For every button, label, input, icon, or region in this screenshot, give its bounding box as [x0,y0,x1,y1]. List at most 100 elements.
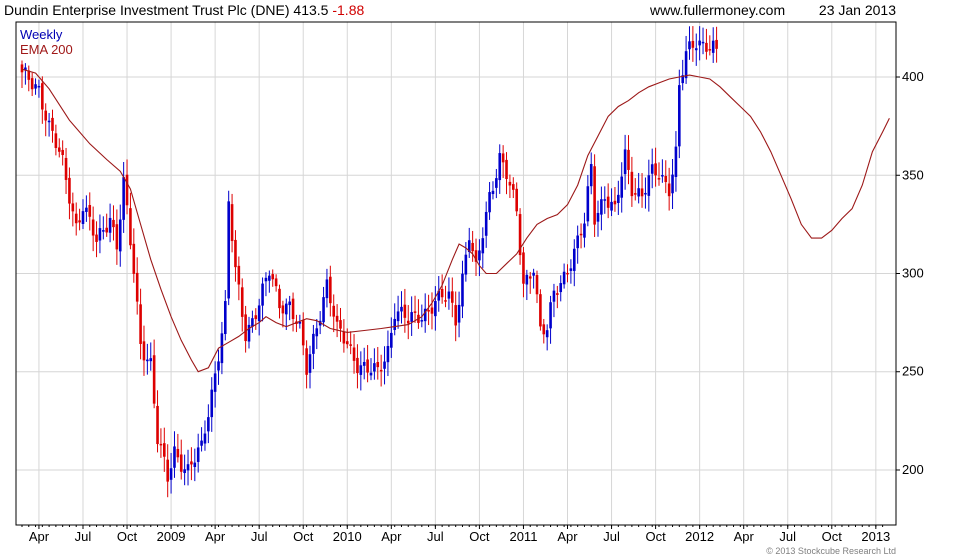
candle-body [406,320,410,324]
candle-body [711,40,715,53]
candle-body [688,41,691,50]
candle-body [284,303,288,315]
candle-body [376,362,380,368]
candle-body [403,304,407,318]
candle-body [379,369,383,372]
candle-body [481,238,485,254]
candle-body [349,344,352,346]
chart-title-main: Dundin Enterprise Investment Trust Plc (… [4,2,332,18]
candle-body [630,171,634,197]
candle-body [200,440,203,446]
candle-body [142,341,146,361]
candle-body [413,311,417,313]
candle-body [240,287,244,317]
candle-body [393,318,397,330]
candle-body [545,330,549,338]
candle-body [661,175,664,177]
candle-body [339,320,342,329]
candle-body [566,272,569,275]
candle-body [132,243,136,274]
x-tick-label: Apr [381,529,402,544]
candle-body [633,193,637,195]
candle-body [515,188,518,212]
candle-body [108,217,112,233]
candle-body [528,276,532,279]
candle-body [552,290,556,302]
candle-body [691,40,695,48]
candle-body [193,462,197,468]
candle-body [227,201,230,299]
candle-body [491,190,495,195]
candle-body [271,274,275,280]
candle-body [610,201,613,211]
candle-body [51,117,54,131]
x-tick-label: Oct [469,529,490,544]
x-tick-label: Jul [603,529,620,544]
candle-body [152,355,156,404]
candle-body [315,328,319,337]
candle-body [281,305,285,314]
candle-body [525,274,529,285]
candle-body [390,332,393,348]
candle-body [671,174,674,194]
candle-body [647,175,651,196]
legend-weekly: Weekly [20,27,63,42]
candle-body [125,174,129,206]
candle-body [471,242,474,252]
candle-body [505,159,508,180]
candle-body [701,41,705,44]
candle-body [169,468,173,480]
candle-body [223,301,227,335]
candle-body [484,211,488,236]
date-label: 23 Jan 2013 [819,2,896,18]
candle-body [163,443,166,457]
candle-body [664,175,668,183]
candle-body [539,294,542,327]
candle-body [549,302,552,329]
candle-body [454,305,457,326]
candle-body [495,178,498,188]
candle-body [461,273,464,307]
candle-body [383,361,386,369]
candle-body [47,120,51,123]
candle-body [210,389,214,418]
x-tick-label: Jul [427,529,444,544]
y-tick-label: 350 [902,167,924,182]
candle-body [434,301,437,317]
candle-body [400,306,403,312]
candle-body [511,184,515,190]
candle-body [366,359,369,373]
candle-body [572,248,576,271]
candle-body [430,307,434,314]
candle-body [569,268,573,271]
candle-body [345,341,349,345]
y-tick-label: 300 [902,266,924,281]
y-tick-label: 400 [902,69,924,84]
candle-body [420,320,424,322]
candle-body [464,254,468,275]
candle-body [356,357,359,374]
candle-body [715,39,718,49]
candle-body [91,219,95,236]
candle-body [78,220,81,223]
x-tick-label: Oct [822,529,843,544]
candle-body [112,219,115,228]
candle-body [71,203,75,212]
candle-body [312,333,315,354]
candle-body [237,265,241,285]
candle-body [61,149,64,156]
candle-body [183,469,186,474]
candle-body [508,181,512,186]
candle-body [644,192,647,195]
candle-body [606,196,610,208]
candle-body [34,84,37,89]
x-tick-label: 2009 [157,529,186,544]
y-tick-label: 200 [902,462,924,477]
candle-body [37,85,41,88]
candle-body [589,164,593,187]
candle-body [139,304,142,344]
candle-body [115,224,119,250]
candle-body [705,42,708,52]
candle-body [57,147,61,152]
candle-body [674,146,678,177]
